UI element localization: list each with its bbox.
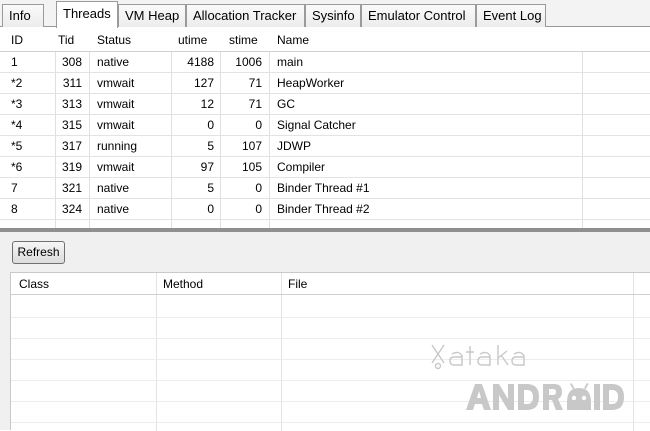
thread-stime: 71 <box>248 97 262 111</box>
tab-label: Emulator Control <box>368 8 466 23</box>
thread-status: vmwait <box>97 76 135 90</box>
thread-utime: 0 <box>207 202 214 216</box>
thread-utime: 0 <box>207 118 214 132</box>
threads-table: ID Tid Status utime stime Name 1 308 nat… <box>0 28 650 228</box>
thread-utime: 97 <box>200 160 214 174</box>
tab-label: Info <box>9 8 31 23</box>
stack-trace-header-row: Class Method File <box>11 273 650 295</box>
thread-id: *3 <box>11 97 23 111</box>
thread-stime: 0 <box>255 202 262 216</box>
thread-tid: 317 <box>61 139 82 153</box>
column-divider[interactable] <box>156 273 157 431</box>
thread-id: *6 <box>11 160 23 174</box>
thread-id: *4 <box>11 118 23 132</box>
thread-row[interactable]: *3 313 vmwait 12 71 GC <box>0 94 650 115</box>
thread-stime: 105 <box>241 160 262 174</box>
thread-status: running <box>97 139 138 153</box>
thread-tid: 319 <box>61 160 82 174</box>
thread-row[interactable]: 7 321 native 5 0 Binder Thread #1 <box>0 178 650 199</box>
tab-info[interactable]: Info <box>2 4 44 27</box>
thread-name: Binder Thread #1 <box>277 181 370 195</box>
threads-header-row: ID Tid Status utime stime Name <box>0 28 650 52</box>
thread-stime: 0 <box>255 118 262 132</box>
thread-stime: 71 <box>248 76 262 90</box>
thread-row[interactable]: *4 315 vmwait 0 0 Signal Catcher <box>0 115 650 136</box>
thread-id: *5 <box>11 139 23 153</box>
thread-stime: 0 <box>255 181 262 195</box>
column-header-class[interactable]: Class <box>19 273 149 294</box>
thread-utime: 5 <box>207 181 214 195</box>
thread-name: HeapWorker <box>277 76 345 90</box>
tab-event-log[interactable]: Event Log <box>476 4 546 27</box>
thread-status: vmwait <box>97 160 135 174</box>
thread-tid: 321 <box>61 181 82 195</box>
column-divider[interactable] <box>281 273 282 431</box>
thread-stime: 107 <box>241 139 262 153</box>
column-header-method[interactable]: Method <box>163 273 273 294</box>
column-header-tid[interactable]: Tid <box>58 28 84 51</box>
android-wordmark <box>466 383 624 410</box>
column-header-name[interactable]: Name <box>277 28 477 51</box>
tab-threads[interactable]: Threads <box>56 1 118 28</box>
thread-row[interactable]: *5 317 running 5 107 JDWP <box>0 136 650 157</box>
xataka-wordmark <box>431 344 525 370</box>
refresh-button[interactable]: Refresh <box>12 241 65 264</box>
tab-bar: Info Threads VM Heap Allocation Tracker … <box>0 0 650 28</box>
thread-utime: 127 <box>193 76 214 90</box>
tab-sysinfo[interactable]: Sysinfo <box>305 4 361 27</box>
thread-stime: 1006 <box>235 55 262 69</box>
tab-vm-heap[interactable]: VM Heap <box>118 4 186 27</box>
column-header-file[interactable]: File <box>288 273 588 294</box>
thread-tid: 313 <box>61 97 82 111</box>
thread-id: 8 <box>11 202 18 216</box>
thread-row[interactable]: *2 311 vmwait 127 71 HeapWorker <box>0 73 650 94</box>
thread-name: Compiler <box>277 160 326 174</box>
tab-label: VM Heap <box>125 8 180 23</box>
tab-label: Allocation Tracker <box>193 8 297 23</box>
row-divider <box>11 338 650 339</box>
thread-name: Signal Catcher <box>277 118 356 132</box>
row-divider <box>11 422 650 423</box>
thread-utime: 4188 <box>187 55 214 69</box>
column-header-stime[interactable]: stime <box>229 28 267 51</box>
thread-status: native <box>97 55 130 69</box>
tab-label: Sysinfo <box>312 8 355 23</box>
column-divider[interactable] <box>633 273 634 431</box>
thread-row[interactable]: *6 319 vmwait 97 105 Compiler <box>0 157 650 178</box>
thread-status: vmwait <box>97 118 135 132</box>
thread-name: GC <box>277 97 295 111</box>
thread-status: native <box>97 181 130 195</box>
thread-tid: 308 <box>61 55 82 69</box>
thread-status: vmwait <box>97 97 135 111</box>
thread-status: native <box>97 202 130 216</box>
thread-tid: 315 <box>61 118 82 132</box>
tab-emulator-control[interactable]: Emulator Control <box>361 4 476 27</box>
thread-tid: 324 <box>61 202 82 216</box>
tab-label: Event Log <box>483 8 542 23</box>
thread-row[interactable]: 1 308 native 4188 1006 main <box>0 52 650 73</box>
column-header-status[interactable]: Status <box>97 28 167 51</box>
thread-utime: 12 <box>200 97 214 111</box>
thread-id: 7 <box>11 181 18 195</box>
thread-row[interactable]: 8 324 native 0 0 Binder Thread #2 <box>0 199 650 220</box>
thread-name: main <box>277 55 304 69</box>
column-header-id[interactable]: ID <box>11 28 51 51</box>
thread-id: 1 <box>11 55 18 69</box>
thread-name: Binder Thread #2 <box>277 202 370 216</box>
tab-allocation-tracker[interactable]: Allocation Tracker <box>186 4 305 27</box>
thread-tid: 311 <box>62 76 82 90</box>
column-header-utime[interactable]: utime <box>178 28 214 51</box>
row-divider <box>11 317 650 318</box>
xataka-android-watermark-logo <box>431 344 624 410</box>
tab-label: Threads <box>63 6 111 21</box>
thread-id: *2 <box>11 76 23 90</box>
thread-name: JDWP <box>277 139 311 153</box>
thread-utime: 5 <box>207 139 214 153</box>
